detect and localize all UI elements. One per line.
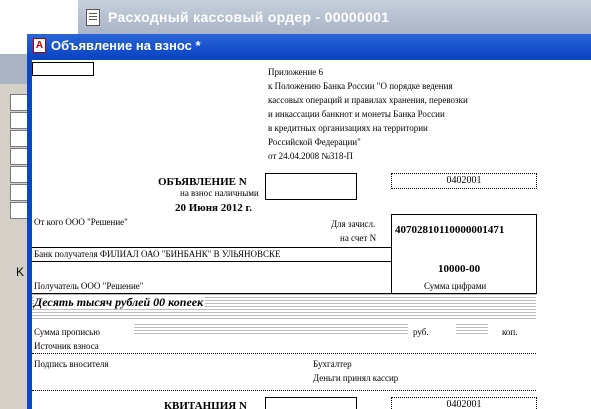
amount-words-field [134,324,408,336]
account-label-2: на счет N [340,233,377,243]
top-left-box [32,62,94,76]
row-border [32,261,391,262]
form-subheading: на взнос наличными [180,188,259,198]
cashier-label: Деньги принял кассир [313,373,399,383]
bank-label: Банк получателя ФИЛИАЛ ОАО "БИНБАНК" В У… [34,249,281,259]
receipt-okud-code: 0402001 [391,397,537,409]
front-window-title: Объявление на взнос * [51,38,201,53]
appendix-line: Российской Федерации" [268,137,361,147]
appendix-line: к Положению Банка России "О порядке веде… [268,81,453,91]
back-window-title: Расходный кассовый ордер - 00000001 [108,9,390,25]
amount-words: Десять тысяч рублей 00 копеек [34,295,206,309]
account-number: 40702810110000001471 [395,224,505,236]
left-window-label: K [16,265,25,279]
source-label: Источник взноса [34,341,99,351]
appendix-line: в кредитных организациях на территории [268,123,428,133]
receipt-heading: КВИТАНЦИЯ N [164,400,247,409]
back-window-titlebar[interactable]: Расходный кассовый ордер - 00000001 [78,0,591,35]
pdf-icon: A [33,38,46,53]
appendix-line: кассовых операций и правилах хранения, п… [268,95,468,105]
document-number-field[interactable] [265,173,357,200]
form-date: 20 Июня 2012 г. [175,202,253,214]
column-border [391,214,536,215]
from-label: От кого ООО "Решение" [34,217,128,227]
kop-field [456,324,488,336]
cut-line [32,390,536,391]
document-icon [86,9,100,26]
amount-digits-label: Сумма цифрами [424,281,487,291]
front-window-titlebar[interactable]: A Объявление на взнос * [27,34,591,56]
kop-label: коп. [502,327,518,337]
column-border [391,214,392,294]
appendix-line: и инкассации банкнот и монеты Банка Росс… [268,109,445,119]
column-border [536,214,537,294]
receipt-number-field[interactable] [265,397,357,409]
amount-digits: 10000-00 [438,263,481,275]
accountant-label: Бухгалтер [313,359,352,369]
appendix-line: Приложение 6 [268,67,324,77]
recipient-label: Получатель ООО "Решение" [34,281,144,291]
form-page: Приложение 6 к Положению Банка России "О… [32,60,591,409]
okud-code: 0402001 [391,173,537,189]
source-line [32,353,536,354]
appendix-line: от 24.04.2008 №318-П [268,151,353,161]
account-label-1: Для зачисл. [331,219,376,229]
rub-label: руб. [413,327,429,337]
amount-words-label: Сумма прописью [34,327,101,337]
payer-signature-label: Подпись вносителя [34,359,109,369]
